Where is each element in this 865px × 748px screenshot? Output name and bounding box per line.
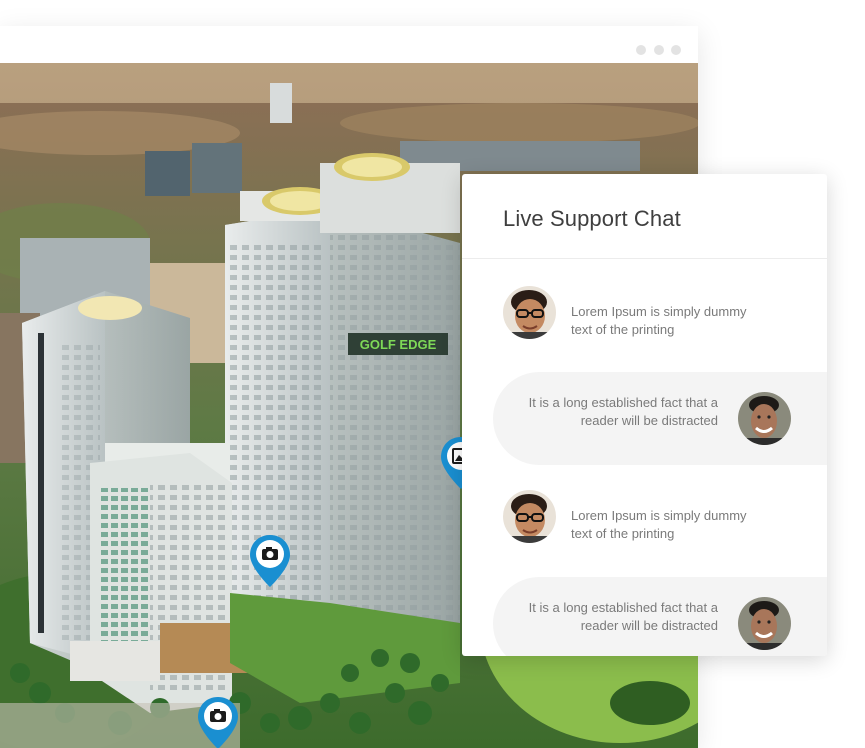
map-pin[interactable] (196, 695, 240, 748)
message-text: Lorem Ipsum is simply dummy text of the … (571, 508, 747, 541)
avatar[interactable] (738, 597, 791, 650)
window-control-dot[interactable] (671, 45, 681, 55)
avatar[interactable] (503, 490, 556, 543)
chat-header: Live Support Chat (462, 174, 827, 259)
building-sign: GOLF EDGE (360, 337, 437, 352)
map-pin[interactable] (248, 533, 292, 589)
message-text: It is a long established fact that a rea… (528, 600, 718, 633)
browser-title-bar (0, 26, 698, 63)
avatar[interactable] (503, 286, 556, 339)
live-support-chat-panel: Live Support Chat Lorem Ipsum is simply … (462, 174, 827, 656)
window-control-dot[interactable] (636, 45, 646, 55)
avatar[interactable] (738, 392, 791, 445)
chat-title: Live Support Chat (503, 206, 681, 231)
message-text: Lorem Ipsum is simply dummy text of the … (571, 304, 747, 337)
message-text: It is a long established fact that a rea… (528, 395, 718, 428)
window-control-dot[interactable] (654, 45, 664, 55)
